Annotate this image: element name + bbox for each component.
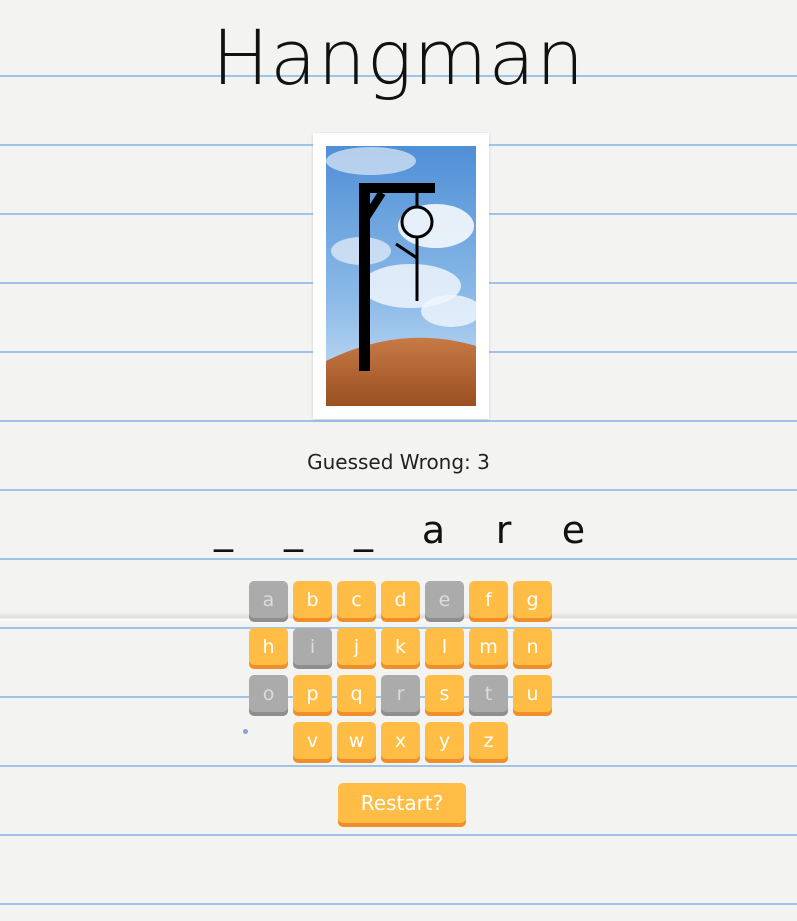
letter-key-g[interactable]: g bbox=[513, 581, 552, 618]
gallows-drawing bbox=[326, 146, 476, 406]
letter-key-d[interactable]: d bbox=[381, 581, 420, 618]
letter-key-s[interactable]: s bbox=[425, 675, 464, 712]
wrong-guess-counter: Guessed Wrong: 3 bbox=[307, 450, 490, 474]
letter-key-o: o bbox=[249, 675, 288, 712]
letter-key-m[interactable]: m bbox=[469, 628, 508, 665]
keyboard-row: abcdefg bbox=[249, 581, 559, 621]
letter-key-e: e bbox=[425, 581, 464, 618]
letter-key-x[interactable]: x bbox=[381, 722, 420, 759]
word-letter-slot: _ bbox=[284, 508, 303, 552]
letter-key-l[interactable]: l bbox=[425, 628, 464, 665]
keyboard-row: vwxyz bbox=[249, 722, 559, 762]
letter-key-h[interactable]: h bbox=[249, 628, 288, 665]
word-letter-slot: r bbox=[495, 508, 512, 552]
word-letter-slot: _ bbox=[214, 508, 233, 552]
page-title: Hangman bbox=[211, 13, 586, 102]
letter-key-n[interactable]: n bbox=[513, 628, 552, 665]
word-letter-slot: e bbox=[561, 508, 586, 552]
word-display: _ _ _ a r e bbox=[0, 505, 797, 555]
letter-key-u[interactable]: u bbox=[513, 675, 552, 712]
letter-key-z[interactable]: z bbox=[469, 722, 508, 759]
hangman-picture bbox=[313, 133, 489, 419]
letter-key-a: a bbox=[249, 581, 288, 618]
letter-key-f[interactable]: f bbox=[469, 581, 508, 618]
word-letter-slot: _ bbox=[354, 508, 373, 552]
letter-key-j[interactable]: j bbox=[337, 628, 376, 665]
keyboard-row: opqrstu bbox=[249, 675, 559, 715]
letter-key-b[interactable]: b bbox=[293, 581, 332, 618]
letter-key-v[interactable]: v bbox=[293, 722, 332, 759]
letter-keyboard: abcdefg hijklmn opqrstu vwxyz bbox=[249, 581, 559, 769]
letter-key-y[interactable]: y bbox=[425, 722, 464, 759]
letter-key-r: r bbox=[381, 675, 420, 712]
word-letter-slot: a bbox=[421, 508, 446, 552]
letter-key-q[interactable]: q bbox=[337, 675, 376, 712]
letter-key-c[interactable]: c bbox=[337, 581, 376, 618]
keyboard-row: hijklmn bbox=[249, 628, 559, 668]
restart-button[interactable]: Restart? bbox=[338, 783, 466, 823]
letter-key-p[interactable]: p bbox=[293, 675, 332, 712]
letter-key-i: i bbox=[293, 628, 332, 665]
letter-key-w[interactable]: w bbox=[337, 722, 376, 759]
letter-key-k[interactable]: k bbox=[381, 628, 420, 665]
ink-dot bbox=[243, 729, 248, 734]
letter-key-t: t bbox=[469, 675, 508, 712]
